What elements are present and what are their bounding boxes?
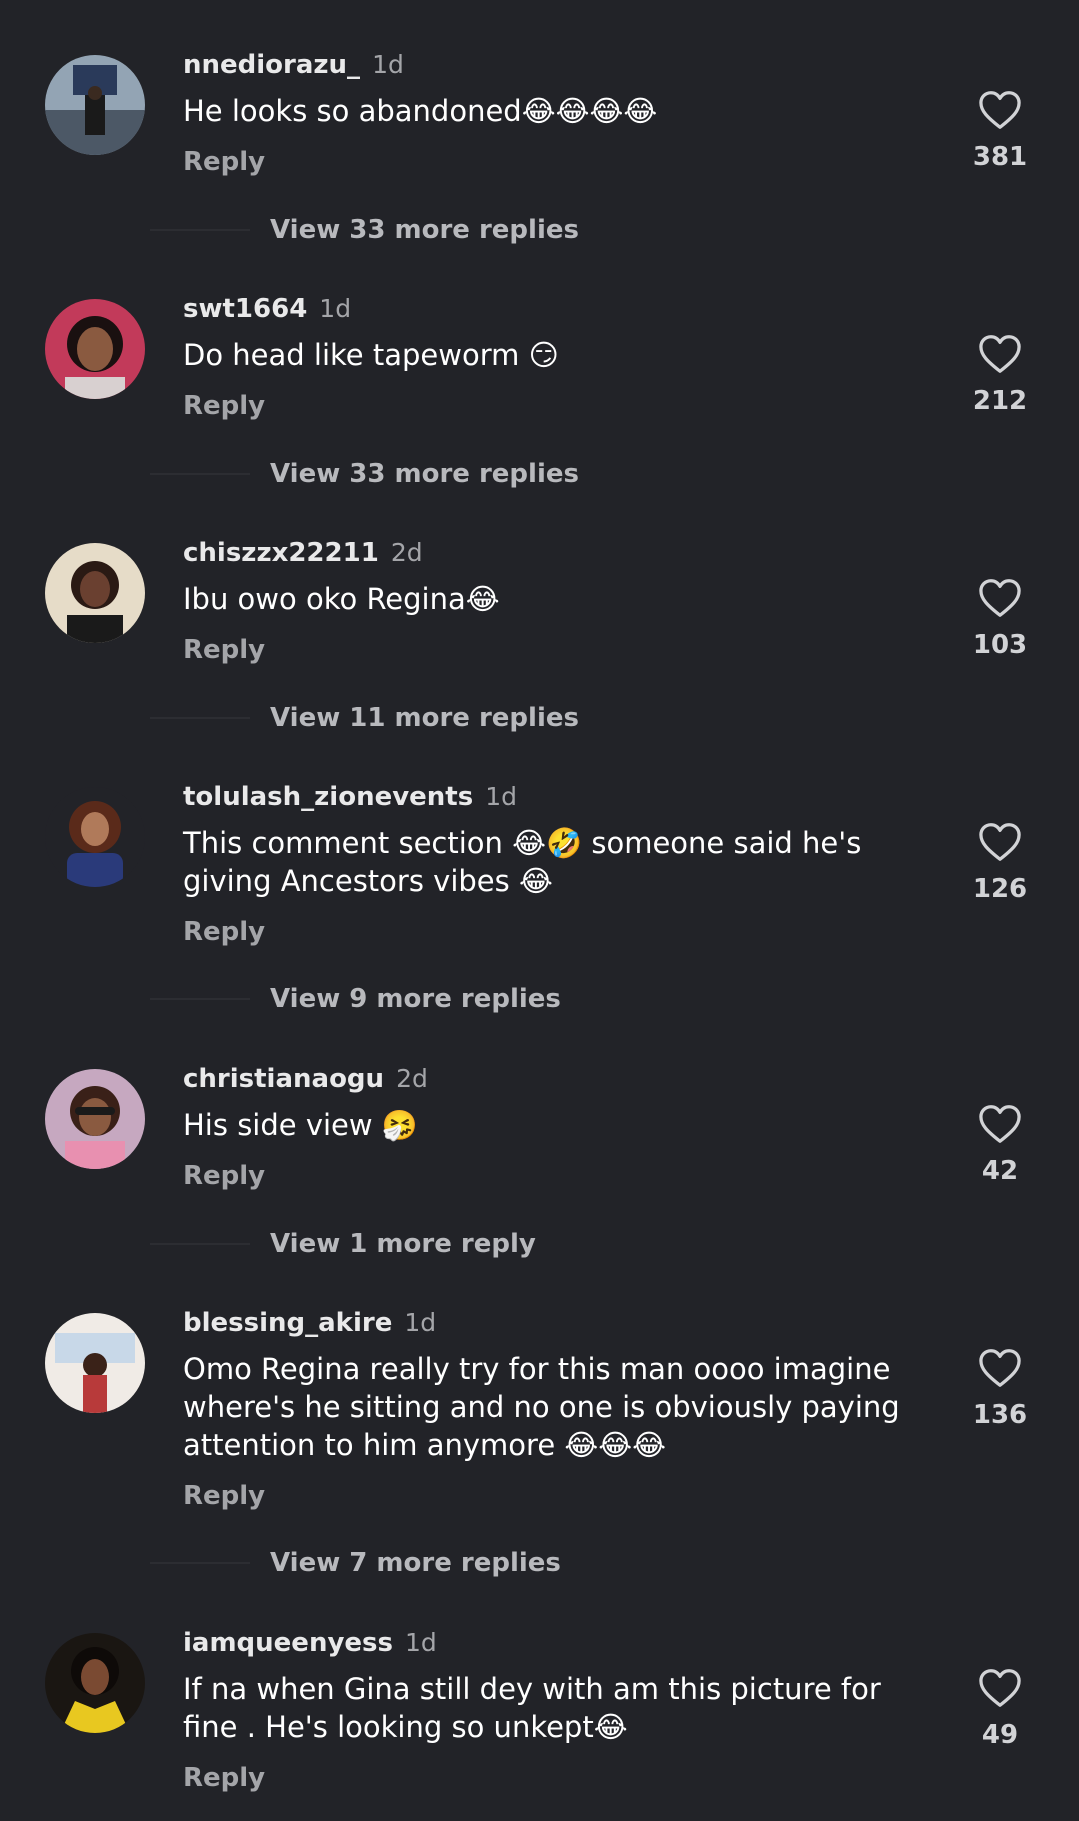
view-more-label: View 11 more replies: [270, 703, 579, 733]
avatar[interactable]: [45, 787, 145, 887]
like-count: 126: [972, 874, 1028, 904]
heart-icon: [979, 1349, 1021, 1387]
like-count: 49: [981, 1720, 1019, 1750]
heart-icon: [979, 1105, 1021, 1143]
comment-text: He looks so abandoned😂😂😂😂: [183, 94, 658, 128]
like-button[interactable]: 42: [965, 1104, 1035, 1186]
view-more-replies-button[interactable]: View 9 more replies: [150, 981, 561, 1017]
comment-meta: blessing_akire 1d: [183, 1308, 436, 1344]
view-more-label: View 7 more replies: [270, 1548, 561, 1578]
view-more-replies-button[interactable]: View 7 more replies: [150, 1545, 561, 1581]
comment-text: Do head like tapeworm 😏: [183, 338, 559, 372]
heart-icon: [979, 91, 1021, 129]
comment-username[interactable]: christianaogu: [183, 1064, 384, 1094]
like-count: 42: [981, 1156, 1019, 1186]
view-more-replies-button[interactable]: View 11 more replies: [150, 700, 579, 736]
comment-text: His side view 🤧: [183, 1108, 418, 1142]
reply-button[interactable]: Reply: [183, 391, 265, 421]
comment-text: Ibu owo oko Regina😂: [183, 582, 500, 616]
like-button[interactable]: 212: [965, 334, 1035, 416]
view-more-replies-button[interactable]: View 1 more reply: [150, 1226, 536, 1262]
like-count: 212: [972, 386, 1028, 416]
comment-text: Omo Regina really try for this man oooo …: [183, 1352, 900, 1462]
like-button[interactable]: 136: [965, 1348, 1035, 1430]
like-count: 103: [972, 630, 1028, 660]
comment-time: 1d: [404, 1628, 437, 1657]
comment-time: 1d: [319, 294, 352, 323]
like-button[interactable]: 103: [965, 578, 1035, 660]
comment-username[interactable]: tolulash_zionevents: [183, 782, 473, 812]
avatar[interactable]: [45, 1313, 145, 1413]
like-button[interactable]: 49: [965, 1668, 1035, 1750]
heart-icon: [979, 823, 1021, 861]
like-count: 381: [972, 142, 1028, 172]
reply-button[interactable]: Reply: [183, 1161, 265, 1191]
reply-button[interactable]: Reply: [183, 147, 265, 177]
comment-meta: swt1664 1d: [183, 294, 351, 330]
avatar[interactable]: [45, 1633, 145, 1733]
comment-time: 2d: [396, 1064, 428, 1093]
comment-text: If na when Gina still dey with am this p…: [183, 1672, 881, 1744]
comment-time: 1d: [372, 50, 404, 79]
view-more-label: View 33 more replies: [270, 215, 579, 245]
view-more-label: View 9 more replies: [270, 984, 561, 1014]
comment-meta: christianaogu 2d: [183, 1064, 428, 1100]
comment-time: 1d: [404, 1308, 437, 1337]
comment-meta: nnediorazu_ 1d: [183, 50, 404, 86]
reply-button[interactable]: Reply: [183, 1763, 265, 1793]
comment-meta: tolulash_zionevents 1d: [183, 782, 517, 818]
comment-username[interactable]: swt1664: [183, 294, 307, 324]
divider-line: [150, 1243, 250, 1245]
view-more-replies-button[interactable]: View 33 more replies: [150, 212, 579, 248]
avatar[interactable]: [45, 55, 145, 155]
heart-icon: [979, 335, 1021, 373]
like-button[interactable]: 126: [965, 822, 1035, 904]
comment-time: 2d: [390, 538, 423, 567]
comment-username[interactable]: chiszzx22211: [183, 538, 379, 568]
divider-line: [150, 998, 250, 1000]
reply-button[interactable]: Reply: [183, 1481, 265, 1511]
avatar[interactable]: [45, 1069, 145, 1169]
view-more-replies-button[interactable]: View 33 more replies: [150, 456, 579, 492]
view-more-label: View 33 more replies: [270, 459, 579, 489]
reply-button[interactable]: Reply: [183, 635, 265, 665]
avatar[interactable]: [45, 299, 145, 399]
comment-meta: iamqueenyess 1d: [183, 1628, 437, 1664]
divider-line: [150, 1562, 250, 1564]
divider-line: [150, 229, 250, 231]
avatar[interactable]: [45, 543, 145, 643]
heart-icon: [979, 1669, 1021, 1707]
comment-username[interactable]: blessing_akire: [183, 1308, 392, 1338]
like-button[interactable]: 381: [965, 90, 1035, 172]
comment-username[interactable]: nnediorazu_: [183, 50, 360, 80]
divider-line: [150, 717, 250, 719]
divider-line: [150, 473, 250, 475]
comment-text: This comment section 😂🤣 someone said he'…: [183, 826, 862, 898]
comment-meta: chiszzx22211 2d: [183, 538, 423, 574]
comment-time: 1d: [485, 782, 517, 811]
comment-username[interactable]: iamqueenyess: [183, 1628, 393, 1658]
view-more-label: View 1 more reply: [270, 1229, 536, 1259]
heart-icon: [979, 579, 1021, 617]
like-count: 136: [972, 1400, 1028, 1430]
reply-button[interactable]: Reply: [183, 917, 265, 947]
